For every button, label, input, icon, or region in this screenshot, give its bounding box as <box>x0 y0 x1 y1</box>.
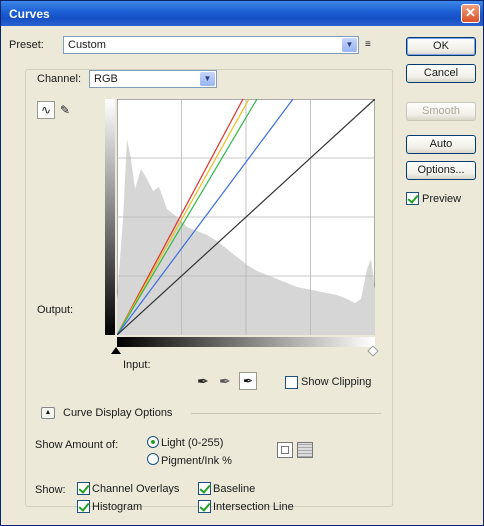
preset-value: Custom <box>68 39 106 51</box>
collapse-toggle-icon[interactable]: ▲ <box>41 407 55 419</box>
intersection-line-label: Intersection Line <box>213 501 294 513</box>
options-divider <box>191 413 381 414</box>
preview-label: Preview <box>422 193 462 205</box>
curves-graph[interactable] <box>117 99 375 335</box>
show-clipping-label: Show Clipping <box>301 376 372 388</box>
ok-button[interactable]: OK <box>406 37 476 56</box>
channel-select[interactable]: RGB ▼ <box>89 70 217 88</box>
options-button[interactable]: Options... <box>406 161 476 180</box>
white-eyedropper-icon[interactable]: ✒ <box>239 372 257 390</box>
histogram-label: Histogram <box>92 501 143 513</box>
curve-display-options-title: Curve Display Options <box>63 407 173 419</box>
title-bar[interactable]: Curves ✕ <box>1 1 483 26</box>
light-radio-label: Light (0-255) <box>161 437 224 449</box>
channel-label: Channel: <box>37 73 82 85</box>
channel-overlays-label: Channel Overlays <box>92 483 180 495</box>
black-point-slider-icon[interactable] <box>111 347 121 354</box>
channel-value: RGB <box>94 73 118 85</box>
show-clipping-checkbox[interactable] <box>285 376 298 389</box>
output-gradient-bar <box>105 99 115 335</box>
preset-select[interactable]: Custom ▼ <box>63 36 359 54</box>
simple-grid-icon[interactable] <box>277 442 293 458</box>
channel-overlays-checkbox[interactable] <box>77 482 90 495</box>
preset-label: Preset: <box>9 39 44 51</box>
detailed-grid-icon[interactable] <box>297 442 313 458</box>
show-label: Show: <box>35 484 66 496</box>
preset-options-icon[interactable]: ≡ <box>365 39 371 50</box>
output-label: Output: <box>37 304 74 316</box>
light-radio[interactable] <box>147 436 159 448</box>
input-label: Input: <box>123 359 151 371</box>
dialog-title: Curves <box>9 7 50 21</box>
pigment-radio[interactable] <box>147 453 159 465</box>
chevron-down-icon[interactable]: ▼ <box>342 38 357 52</box>
curves-dialog: Curves ✕ Preset: Custom ▼ ≡ OK Cancel Sm… <box>0 0 484 526</box>
black-eyedropper-icon[interactable]: ✒ <box>197 373 209 390</box>
curve-point-tool-icon[interactable]: ∿ <box>37 101 55 119</box>
gray-eyedropper-icon[interactable]: ✒ <box>219 373 231 390</box>
pigment-radio-label: Pigment/Ink % <box>161 455 232 467</box>
close-button[interactable]: ✕ <box>461 4 480 23</box>
baseline-checkbox[interactable] <box>198 482 211 495</box>
show-amount-label: Show Amount of: <box>35 439 119 451</box>
auto-button[interactable]: Auto <box>406 135 476 154</box>
histogram-checkbox[interactable] <box>77 500 90 513</box>
pencil-tool-icon[interactable]: ✎ <box>56 101 74 119</box>
smooth-button[interactable]: Smooth <box>406 102 476 121</box>
baseline-label: Baseline <box>213 483 256 495</box>
input-gradient-bar <box>117 337 375 347</box>
chevron-down-icon[interactable]: ▼ <box>200 72 215 86</box>
intersection-line-checkbox[interactable] <box>198 500 211 513</box>
preview-checkbox[interactable] <box>406 192 419 205</box>
cancel-button[interactable]: Cancel <box>406 64 476 83</box>
